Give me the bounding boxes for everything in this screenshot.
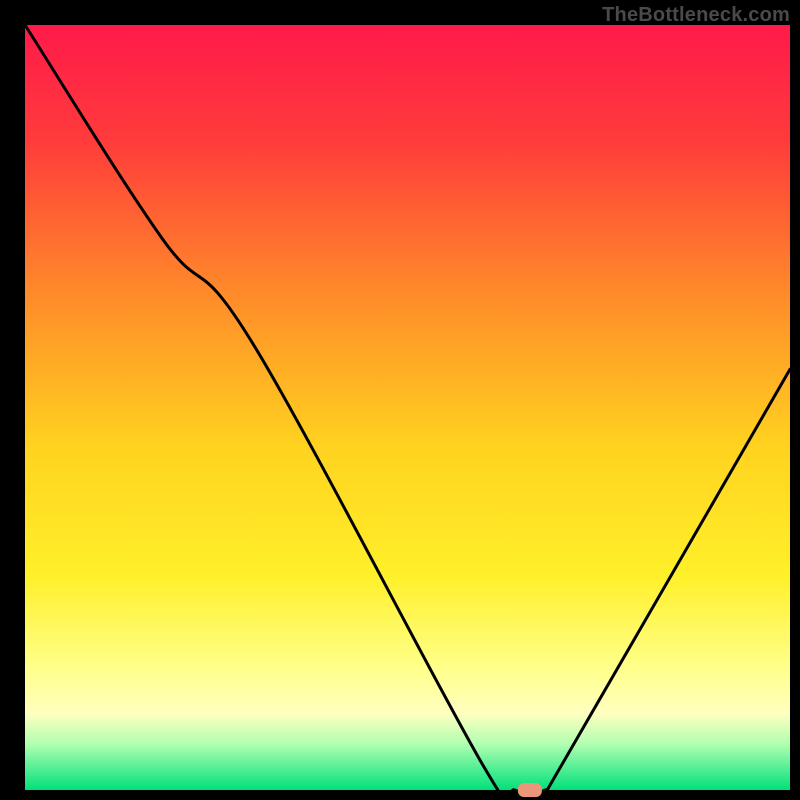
plot-background (25, 25, 790, 790)
chart-container: TheBottleneck.com (0, 0, 800, 800)
bottleneck-chart (0, 0, 800, 800)
watermark-text: TheBottleneck.com (602, 4, 790, 27)
minimum-marker (518, 783, 542, 797)
